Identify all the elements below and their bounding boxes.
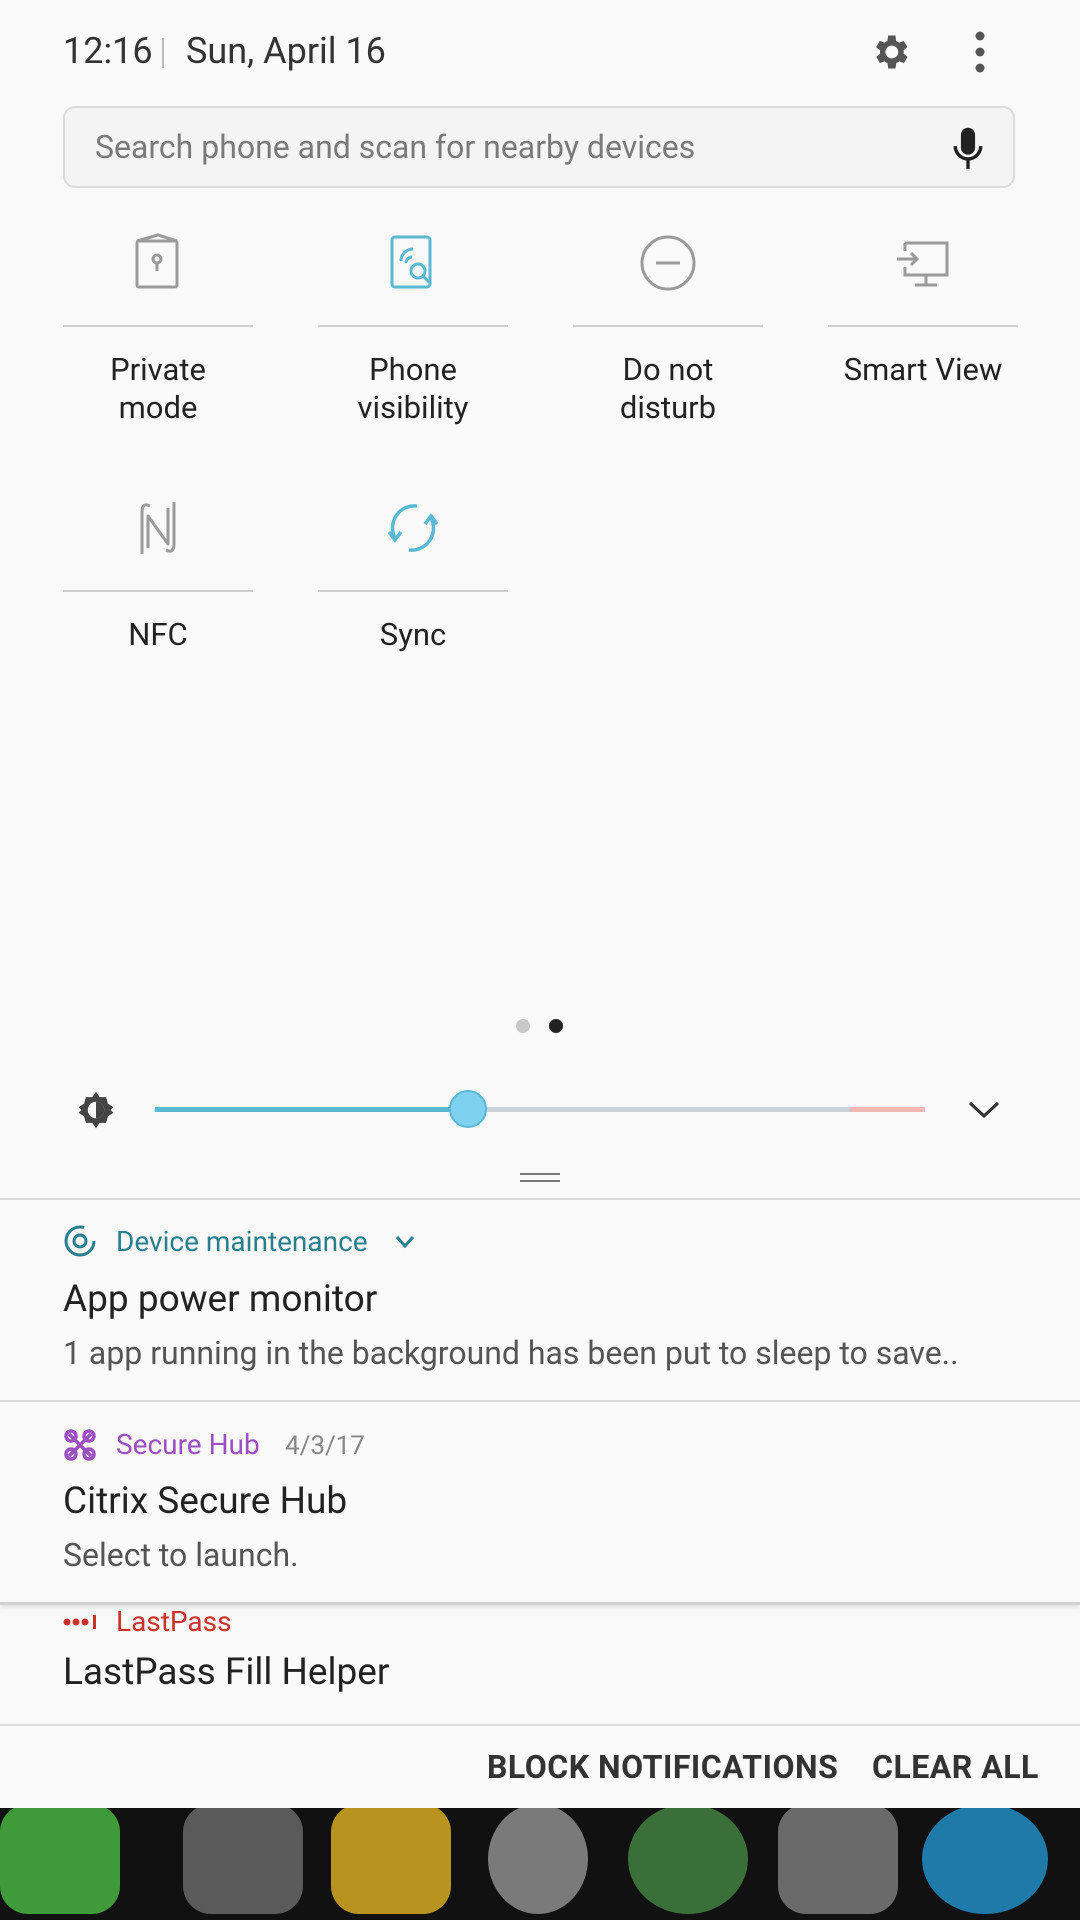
notification-title: Citrix Secure Hub xyxy=(63,1480,348,1523)
clear-all-button[interactable]: CLEAR ALL xyxy=(872,1748,1039,1786)
tile-label: NFC xyxy=(128,616,188,653)
settings-gear-icon[interactable] xyxy=(868,30,912,74)
brightness-track[interactable] xyxy=(468,1107,850,1112)
tile-underline xyxy=(318,325,508,327)
sync-icon xyxy=(387,504,439,552)
search-bar[interactable]: Search phone and scan for nearby devices xyxy=(63,106,1015,188)
notification-date: 4/3/17 xyxy=(285,1431,365,1461)
drag-handle[interactable] xyxy=(520,1173,560,1175)
notification-title: App power monitor xyxy=(63,1278,378,1321)
waze-app-icon xyxy=(922,1808,1048,1914)
notification-app-name: Secure Hub xyxy=(116,1428,260,1461)
more-options-icon[interactable] xyxy=(962,30,998,74)
smart-view-icon xyxy=(897,241,949,287)
device-maintenance-icon xyxy=(64,1225,96,1257)
clock-time: 12:16 xyxy=(63,30,153,72)
drag-handle[interactable] xyxy=(520,1180,560,1182)
camera-app-icon xyxy=(778,1808,898,1914)
brightness-track-fill xyxy=(155,1107,468,1112)
tile-label: Private mode xyxy=(110,351,206,426)
do-not-disturb-icon xyxy=(640,235,696,291)
private-mode-icon xyxy=(135,233,179,289)
notification-app-name: LastPass xyxy=(116,1605,232,1638)
page-indicator-dot-active[interactable] xyxy=(549,1019,563,1033)
tile-label: Smart View xyxy=(843,351,1003,388)
microphone-icon[interactable] xyxy=(951,126,985,172)
home-dock-background xyxy=(0,1808,1080,1920)
tile-label: Phone visibility xyxy=(357,351,469,426)
brightness-icon xyxy=(78,1091,114,1129)
notification-app-name: Device maintenance xyxy=(116,1225,368,1258)
tile-label: Do not disturb xyxy=(619,351,717,426)
notification-body: 1 app running in the background has been… xyxy=(63,1334,959,1372)
phone-visibility-icon xyxy=(390,235,433,289)
notification-body: Select to launch. xyxy=(63,1536,299,1574)
lastpass-icon xyxy=(63,1615,96,1629)
notification-lastpass[interactable]: LastPass LastPass Fill Helper xyxy=(0,1605,1080,1724)
tile-underline xyxy=(573,325,763,327)
notification-device-maintenance[interactable]: Device maintenance App power monitor 1 a… xyxy=(0,1200,1080,1400)
block-notifications-button[interactable]: BLOCK NOTIFICATIONS xyxy=(487,1748,838,1786)
tile-underline xyxy=(63,325,253,327)
page-indicator-dot[interactable] xyxy=(516,1019,530,1033)
brightness-track-high xyxy=(850,1107,925,1112)
tile-underline xyxy=(318,590,508,592)
status-date: Sun, April 16 xyxy=(186,30,386,72)
chevron-down-icon[interactable] xyxy=(967,1095,1001,1123)
tile-underline xyxy=(828,325,1018,327)
tile-label: Sync xyxy=(379,616,447,653)
search-placeholder: Search phone and scan for nearby devices xyxy=(95,128,696,166)
chrome-app-icon xyxy=(628,1808,748,1914)
expand-chevron-icon[interactable] xyxy=(394,1234,416,1250)
status-separator xyxy=(162,38,164,68)
phone-app-icon xyxy=(0,1808,120,1914)
notification-secure-hub[interactable]: Secure Hub 4/3/17 Citrix Secure Hub Sele… xyxy=(0,1402,1080,1602)
brightness-slider-thumb[interactable] xyxy=(449,1090,487,1128)
notification-title: LastPass Fill Helper xyxy=(63,1651,390,1694)
apps-drawer-icon xyxy=(488,1808,588,1914)
messages-app-icon xyxy=(331,1808,451,1914)
nfc-icon xyxy=(140,502,176,554)
whatsapp-app-icon xyxy=(183,1808,303,1914)
notification-footer: BLOCK NOTIFICATIONS CLEAR ALL xyxy=(0,1724,1080,1810)
secure-hub-icon xyxy=(64,1429,96,1461)
tile-underline xyxy=(63,590,253,592)
